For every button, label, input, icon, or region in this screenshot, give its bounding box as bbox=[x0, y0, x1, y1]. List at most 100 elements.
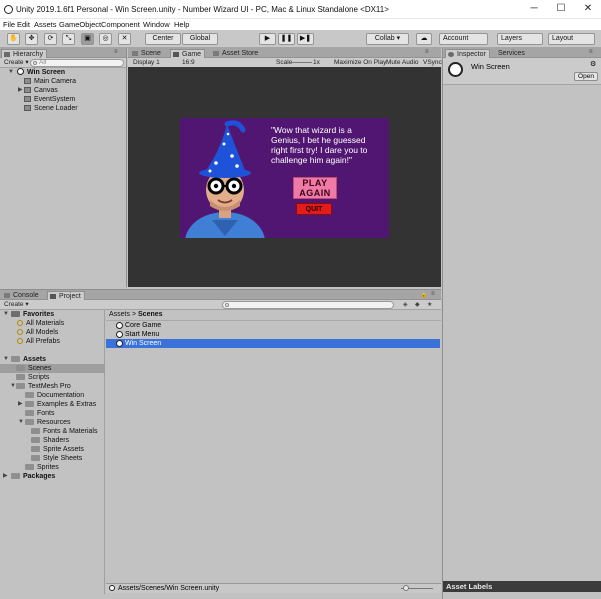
gear-icon[interactable]: ⚙ bbox=[590, 60, 596, 68]
panel-menu-icon[interactable]: ≡ bbox=[114, 49, 118, 55]
menu-component[interactable]: Component bbox=[101, 20, 140, 29]
window-title: Unity 2019.1.6f1 Personal - Win Screen.u… bbox=[16, 5, 389, 14]
breadcrumb-assets[interactable]: Assets bbox=[109, 311, 130, 318]
panel-menu-icon[interactable]: ≡ bbox=[589, 49, 593, 55]
collapse-arrow-icon[interactable]: ▶ bbox=[18, 400, 23, 409]
pivot-center-toggle[interactable]: Center bbox=[145, 33, 181, 45]
custom-tool-icon[interactable]: ✕ bbox=[118, 33, 131, 45]
folder-row-sprite-assets[interactable]: Sprite Assets bbox=[31, 445, 84, 454]
folder-row-resources[interactable]: ▼ Resources bbox=[18, 418, 70, 427]
favorites-item[interactable]: All Materials bbox=[17, 319, 64, 328]
menu-help[interactable]: Help bbox=[174, 20, 189, 29]
menu-gameobject[interactable]: GameObject bbox=[59, 20, 101, 29]
project-subbar: Create ▾ ◈ ◆ ★ bbox=[0, 300, 441, 310]
collapse-arrow-icon[interactable]: ▶ bbox=[18, 86, 23, 95]
hierarchy-item-main-camera[interactable]: Main Camera bbox=[24, 77, 76, 86]
menu-assets[interactable]: Assets bbox=[34, 20, 57, 29]
asset-file-start-menu[interactable]: Start Menu bbox=[106, 330, 440, 339]
favorite-star-icon[interactable]: ★ bbox=[427, 301, 432, 308]
hierarchy-item-canvas[interactable]: ▶ Canvas bbox=[18, 86, 58, 95]
filter-type-icon[interactable]: ◈ bbox=[403, 301, 408, 308]
open-button[interactable]: Open bbox=[574, 72, 598, 81]
folder-row-scripts[interactable]: Scripts bbox=[16, 373, 49, 382]
quit-button[interactable]: QUIT bbox=[296, 203, 332, 215]
panel-menu-icon[interactable]: ≡ bbox=[431, 291, 435, 297]
favorites-item[interactable]: All Prefabs bbox=[17, 337, 60, 346]
space-global-toggle[interactable]: Global bbox=[182, 33, 218, 45]
layout-dropdown[interactable]: Layout bbox=[548, 33, 595, 45]
scale-tool-icon[interactable]: ⤡ bbox=[62, 33, 75, 45]
folder-row-fonts[interactable]: Fonts bbox=[25, 409, 55, 418]
project-search-input[interactable] bbox=[222, 301, 394, 309]
expand-arrow-icon[interactable]: ▼ bbox=[3, 355, 9, 364]
collapse-arrow-icon[interactable]: ▶ bbox=[3, 472, 8, 481]
aspect-dropdown[interactable]: 16:9 bbox=[180, 59, 197, 67]
hierarchy-search-placeholder: All bbox=[39, 59, 47, 66]
collab-dropdown[interactable]: Collab ▾ bbox=[366, 33, 409, 45]
layers-dropdown[interactable]: Layers bbox=[497, 33, 543, 45]
panel-menu-icon[interactable]: ≡ bbox=[425, 49, 429, 55]
rect-tool-icon[interactable]: ▣ bbox=[81, 33, 94, 45]
lock-icon[interactable]: 🔒 bbox=[420, 291, 427, 298]
close-button[interactable]: ✕ bbox=[581, 3, 595, 15]
filter-label-icon[interactable]: ◆ bbox=[415, 301, 420, 308]
hand-tool-icon[interactable]: ✋ bbox=[7, 33, 20, 45]
rotate-tool-icon[interactable]: ⟳ bbox=[44, 33, 57, 45]
folder-icon bbox=[16, 383, 25, 389]
tab-asset-store[interactable]: Asset Store bbox=[211, 49, 261, 58]
folder-row-textmesh-pro[interactable]: ▼ TextMesh Pro bbox=[10, 382, 71, 391]
game-canvas[interactable]: "Wow that wizard is a Genius, I bet he g… bbox=[180, 118, 389, 238]
expand-arrow-icon[interactable]: ▼ bbox=[18, 418, 24, 427]
minimize-button[interactable]: ─ bbox=[527, 3, 541, 15]
move-tool-icon[interactable]: ✥ bbox=[25, 33, 38, 45]
menu-window[interactable]: Window bbox=[143, 20, 170, 29]
folder-icon bbox=[50, 294, 56, 299]
step-button[interactable]: ▶❚ bbox=[297, 33, 314, 45]
folder-row-sprites[interactable]: Sprites bbox=[25, 463, 59, 472]
folder-row-shaders[interactable]: Shaders bbox=[31, 436, 69, 445]
play-button[interactable]: ▶ bbox=[259, 33, 276, 45]
menu-edit[interactable]: Edit bbox=[17, 20, 30, 29]
tab-inspector[interactable]: Inspector bbox=[445, 49, 490, 58]
hierarchy-create-button[interactable]: Create ▾ bbox=[2, 59, 31, 67]
folder-row-style-sheets[interactable]: Style Sheets bbox=[31, 454, 82, 463]
tab-game[interactable]: Game bbox=[170, 49, 206, 58]
maximize-button[interactable]: ☐ bbox=[554, 3, 568, 15]
play-again-button[interactable]: PLAY AGAIN bbox=[293, 177, 337, 199]
tab-console[interactable]: Console bbox=[2, 291, 42, 300]
hierarchy-search-input[interactable]: All bbox=[30, 59, 124, 67]
tab-services[interactable]: Services bbox=[495, 49, 528, 58]
menu-file[interactable]: File bbox=[3, 20, 15, 29]
folder-row-examples[interactable]: ▶ Examples & Extras bbox=[18, 400, 96, 409]
folder-row-scenes[interactable]: Scenes bbox=[0, 364, 105, 373]
scene-name: Win Screen bbox=[27, 69, 66, 76]
folder-row-documentation[interactable]: Documentation bbox=[25, 391, 84, 400]
scale-slider[interactable] bbox=[292, 62, 312, 63]
hierarchy-item-eventsystem[interactable]: EventSystem bbox=[24, 95, 75, 104]
packages-label: Packages bbox=[23, 473, 56, 480]
asset-file-win-screen[interactable]: Win Screen bbox=[106, 339, 440, 348]
expand-arrow-icon[interactable]: ▼ bbox=[8, 68, 14, 77]
transform-tool-icon[interactable]: ◎ bbox=[99, 33, 112, 45]
slider-thumb[interactable] bbox=[403, 585, 409, 591]
expand-arrow-icon[interactable]: ▼ bbox=[3, 310, 9, 319]
tab-hierarchy[interactable]: Hierarchy bbox=[1, 49, 47, 58]
folder-icon bbox=[11, 473, 20, 479]
cloud-icon[interactable]: ☁ bbox=[416, 33, 432, 45]
hierarchy-item-label: Main Camera bbox=[34, 78, 77, 85]
folder-row-fonts-materials[interactable]: Fonts & Materials bbox=[31, 427, 97, 436]
hierarchy-item-scene-loader[interactable]: Scene Loader bbox=[24, 104, 78, 113]
maximize-on-play-toggle[interactable]: Maximize On Play bbox=[332, 59, 388, 67]
vsync-toggle[interactable]: VSync bbox=[421, 59, 444, 67]
favorites-item[interactable]: All Models bbox=[17, 328, 58, 337]
breadcrumb-scenes[interactable]: Scenes bbox=[138, 311, 163, 318]
project-create-button[interactable]: Create ▾ bbox=[2, 301, 31, 309]
tab-scene[interactable]: Scene bbox=[130, 49, 164, 58]
pause-button[interactable]: ❚❚ bbox=[278, 33, 295, 45]
account-dropdown[interactable]: Account bbox=[439, 33, 488, 45]
asset-labels-bar[interactable]: Asset Labels bbox=[443, 581, 601, 592]
tab-project[interactable]: Project bbox=[47, 291, 85, 300]
mute-audio-toggle[interactable]: Mute Audio bbox=[384, 59, 421, 67]
display-dropdown[interactable]: Display 1 bbox=[131, 59, 162, 67]
asset-file-core-game[interactable]: Core Game bbox=[106, 321, 440, 330]
